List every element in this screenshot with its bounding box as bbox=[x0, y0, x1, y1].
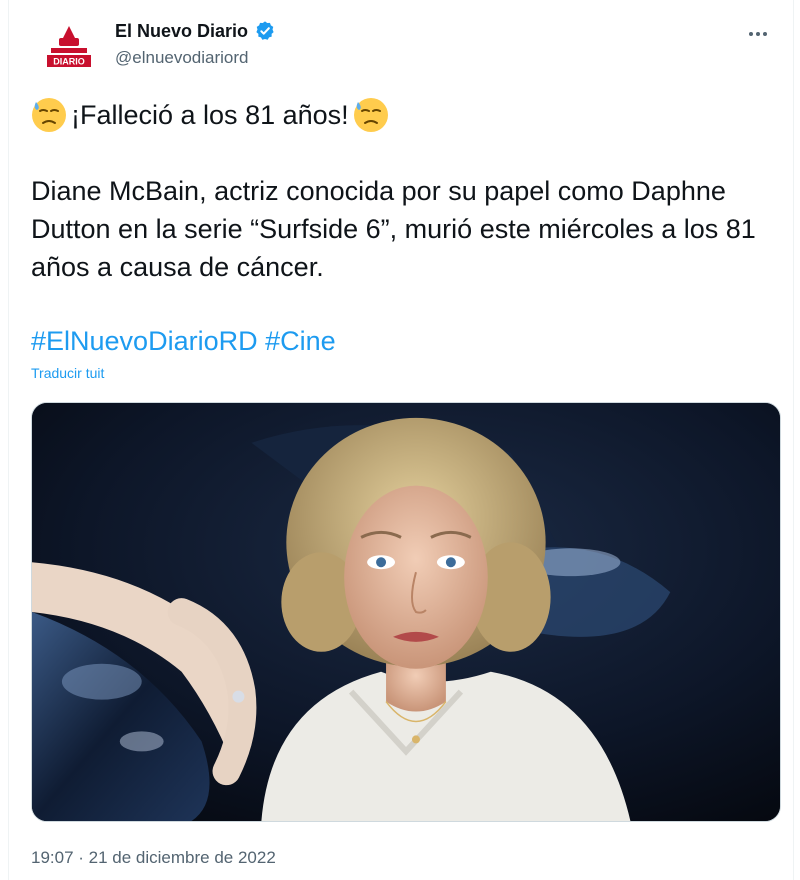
translate-tweet-link[interactable]: Traducir tuit bbox=[31, 365, 104, 381]
downcast-face-with-sweat-icon bbox=[31, 97, 67, 133]
tweet-photo[interactable] bbox=[31, 402, 781, 822]
hashtag-link[interactable]: #ElNuevoDiarioRD bbox=[31, 326, 258, 356]
portrait-photo-image bbox=[32, 403, 780, 821]
hashtag-row: #ElNuevoDiarioRD #Cine bbox=[31, 322, 336, 360]
author-name-row: El Nuevo Diario bbox=[115, 20, 276, 42]
hashtag-link[interactable]: #Cine bbox=[265, 326, 336, 356]
avatar-text: DIARIO bbox=[53, 57, 85, 67]
downcast-face-with-sweat-icon bbox=[353, 97, 389, 133]
avatar[interactable]: DIARIO bbox=[37, 16, 101, 80]
el-nuevo-diario-logo: DIARIO bbox=[37, 16, 101, 80]
tweet-card: DIARIO El Nuevo Diario @elnuevodiariord … bbox=[8, 0, 794, 880]
tweet-headline: ¡Falleció a los 81 años! bbox=[31, 95, 389, 135]
tweet-body: Diane McBain, actriz conocida por su pap… bbox=[31, 176, 756, 282]
author-handle[interactable]: @elnuevodiariord bbox=[115, 48, 249, 68]
verified-badge-icon bbox=[254, 20, 276, 42]
headline-text: ¡Falleció a los 81 años! bbox=[71, 100, 349, 130]
tweet-timestamp[interactable]: 19:07 · 21 de diciembre de 2022 bbox=[31, 848, 276, 868]
more-options-icon[interactable] bbox=[741, 22, 775, 46]
display-name[interactable]: El Nuevo Diario bbox=[115, 21, 248, 42]
